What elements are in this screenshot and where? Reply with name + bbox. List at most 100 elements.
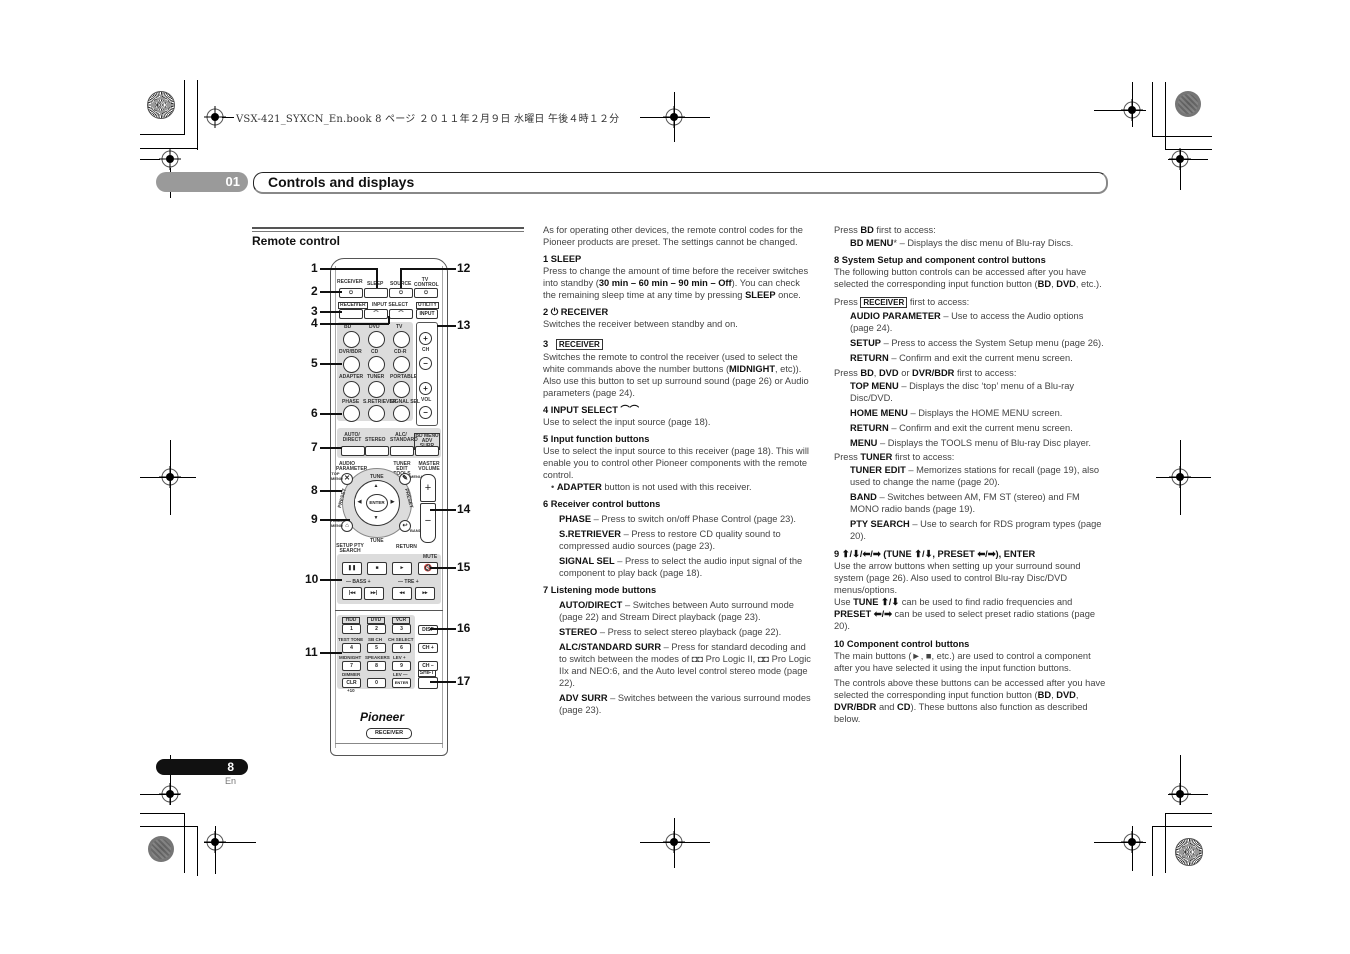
item-heading-6: 6 Receiver control buttons xyxy=(543,499,661,509)
tune-down-label: TUNE xyxy=(370,538,384,544)
callout-8: 8 xyxy=(311,483,318,497)
tv-control-label: TV CONTROL xyxy=(414,277,439,288)
tune-up-label: TUNE xyxy=(370,474,384,480)
input-select-left-button: ⌒ xyxy=(364,309,388,319)
entry-top-menu: TOP MENU – Displays the disc ‘top’ menu … xyxy=(850,381,1075,403)
arrow-right-button: ▶ xyxy=(388,498,397,507)
input-select-right-button: ⌒ xyxy=(389,309,413,319)
input-select-label: INPUT SELECT xyxy=(372,302,409,308)
intro-paragraph: As for operating other devices, the remo… xyxy=(543,225,803,247)
cd-button xyxy=(368,356,385,373)
arrow-up-button: ▲ xyxy=(369,482,383,491)
num-3-button: 3 xyxy=(392,624,411,634)
dvd-top-label: DVD xyxy=(367,617,385,624)
entry-setup: SETUP – Press to access the System Setup… xyxy=(850,338,1104,348)
numpad-enter-button: ENTER xyxy=(392,678,411,688)
text-column-2: Press BD first to access: BD MENU* – Dis… xyxy=(834,224,1106,725)
portable-button xyxy=(393,381,410,398)
callout-5: 5 xyxy=(311,356,318,370)
clr-button: CLR xyxy=(342,678,361,688)
item-heading-7: 7 Listening mode buttons xyxy=(543,585,657,595)
bd-label: BD xyxy=(344,324,352,330)
source-power-button: ⏻ xyxy=(389,288,413,298)
item-body-9: Use the arrow buttons when setting up yo… xyxy=(834,561,1081,595)
adapter-label: ADAPTER xyxy=(339,374,364,380)
callout-2: 2 xyxy=(311,284,318,298)
stereo-button xyxy=(365,446,389,456)
callout-14: 14 xyxy=(457,502,471,516)
num-8-button: 8 xyxy=(367,661,386,671)
tv-label: TV xyxy=(396,324,403,330)
cd-r-button xyxy=(393,356,410,373)
item-heading-1: 1 SLEEP xyxy=(543,254,582,264)
rewind-button: ◂◂ xyxy=(392,587,412,600)
print-header: VSX-421_SYXCN_En.book 8 ページ ２０１１年２月９日 水曜… xyxy=(236,114,620,125)
item-heading-4: 4 INPUT SELECT ⌒⌒ xyxy=(543,405,640,415)
text-column-1: As for operating other devices, the remo… xyxy=(543,224,815,716)
press-receiver-line: Press RECEIVER first to access: xyxy=(834,297,970,308)
page-number: 8 xyxy=(227,760,234,774)
entry-pty-search: PTY SEARCH – Use to search for RDS progr… xyxy=(850,519,1102,541)
receiver-mode-label: RECEIVER xyxy=(338,302,368,309)
press-disc-line: Press BD, DVD or DVR/BDR first to access… xyxy=(834,368,1017,378)
num-7-button: 7 xyxy=(342,661,361,671)
item-body-3: Switches the remote to control the recei… xyxy=(543,352,809,398)
arrow-left-button: ◀ xyxy=(355,498,364,507)
callout-16: 16 xyxy=(457,621,471,635)
sleep-button xyxy=(364,288,388,298)
lev-minus-label: LEV — xyxy=(393,672,408,677)
master-volume-label: MASTER VOLUME xyxy=(418,461,440,472)
registration-rosette-icon xyxy=(147,91,175,119)
entry-s-retriever: S.RETRIEVER – Press to restore CD qualit… xyxy=(559,529,781,551)
tuner-label: TUNER xyxy=(367,374,385,380)
chapter-number-badge: 01 xyxy=(156,172,248,192)
sb-ch-label: SB CH xyxy=(368,637,383,642)
registration-rosette-icon xyxy=(148,836,174,862)
callout-4: 4 xyxy=(311,316,318,330)
receiver-bottom-button: RECEIVER xyxy=(366,728,412,739)
item-heading-10: 10 Component control buttons xyxy=(834,639,970,649)
entry-auto-direct: AUTO/DIRECT – Switches between Auto surr… xyxy=(559,600,794,622)
alc-standard-button xyxy=(390,446,414,456)
num-2-button: 2 xyxy=(367,624,386,634)
dvr-bdr-label: DVR/BDR xyxy=(339,349,362,355)
vol-up-button: + xyxy=(419,382,432,395)
treble-label: — TRE + xyxy=(398,579,419,585)
speakers-label: SPEAKERS xyxy=(365,655,390,660)
callout-17: 17 xyxy=(457,674,471,688)
callout-1: 1 xyxy=(311,261,318,275)
callout-9: 9 xyxy=(311,512,318,526)
num-6-button: 6 xyxy=(392,643,411,653)
fast-forward-button: ▸▸ xyxy=(415,587,435,600)
callout-7: 7 xyxy=(311,440,318,454)
utility-label: UTILITY xyxy=(416,302,439,309)
midnight-label: MIDNIGHT xyxy=(339,655,362,660)
cd-r-label: CD-R xyxy=(394,349,407,355)
registration-rosette-icon xyxy=(1175,91,1201,117)
entry-home-menu: HOME MENU – Displays the HOME MENU scree… xyxy=(850,408,1063,418)
vol-down-button: − xyxy=(419,406,432,419)
entry-tuner-edit: TUNER EDIT – Memorizes stations for reca… xyxy=(850,465,1100,487)
mute-label: MUTE xyxy=(423,554,438,560)
callout-12: 12 xyxy=(457,261,471,275)
item-body-10a: The main buttons (►, ■, etc.) are used t… xyxy=(834,651,1091,673)
section-rule xyxy=(252,231,524,232)
item-body-8: The following button controls can be acc… xyxy=(834,267,1102,289)
entry-band: BAND – Switches between AM, FM ST (stere… xyxy=(850,492,1080,514)
master-volume-up-button: + xyxy=(420,474,436,502)
play-button: ► xyxy=(392,562,412,575)
dvr-bdr-button xyxy=(343,356,360,373)
ch-up-button: + xyxy=(419,332,432,345)
hdd-label: HDD xyxy=(342,617,360,624)
portable-label: PORTABLE xyxy=(390,374,418,380)
receiver-power-button: ⏻ xyxy=(339,288,363,298)
callout-6: 6 xyxy=(311,406,318,420)
shift-button xyxy=(418,677,438,689)
plus10-label: +10 xyxy=(347,688,355,693)
item-body-1: Press to change the amount of time befor… xyxy=(543,266,809,300)
enter-button: ENTER xyxy=(366,494,388,512)
shift-label: SHIFT xyxy=(418,670,436,677)
tuner-button xyxy=(368,381,385,398)
tv-power-button: ⏻ xyxy=(414,288,438,298)
return-label: RETURN xyxy=(396,544,417,550)
